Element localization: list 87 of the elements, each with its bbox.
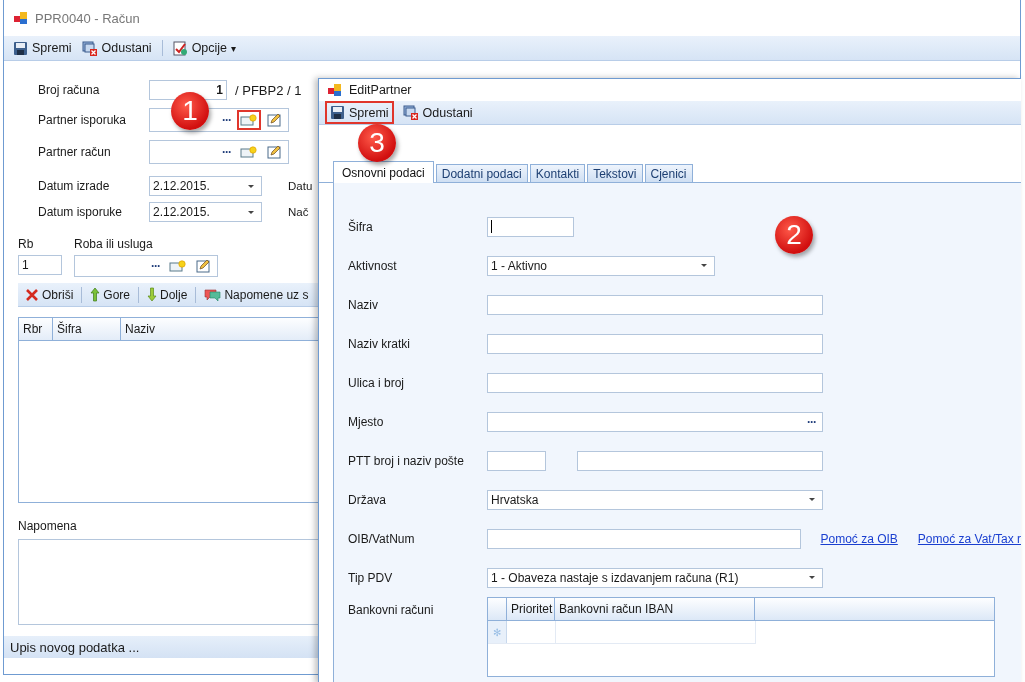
- pencil-paper-icon: [196, 259, 211, 273]
- partner-lookup-field[interactable]: ···: [149, 140, 289, 164]
- invoice-suffix: / PFBP2 / 1: [235, 82, 302, 98]
- app-icon: [14, 11, 28, 25]
- window-cancel-icon: [81, 40, 98, 56]
- speech-bubble-icon: [204, 287, 222, 302]
- app-icon: [328, 83, 342, 97]
- caret-icon: [248, 184, 254, 188]
- field-label: Rb: [18, 237, 35, 251]
- date-picker[interactable]: 2.12.2015.: [149, 202, 262, 222]
- tab[interactable]: Dodatni podaci: [435, 164, 528, 182]
- field-label: Ulica i broj: [348, 375, 405, 390]
- pencil-paper-icon: [267, 145, 282, 159]
- field-label: Mjesto: [348, 414, 385, 429]
- rb-field[interactable]: 1: [18, 255, 62, 275]
- status-text: Upis novog podatka ...: [10, 639, 140, 655]
- field-label: Broj računa: [38, 83, 101, 97]
- column-header[interactable]: Bankovni račun IBAN: [555, 598, 755, 620]
- ellipsis-button[interactable]: ···: [222, 145, 231, 159]
- lookup-field[interactable]: ···: [487, 411, 823, 432]
- new-record-button[interactable]: [237, 110, 261, 130]
- field-label: Nač: [288, 206, 309, 218]
- code-field[interactable]: [487, 216, 574, 237]
- tab[interactable]: Kontakti: [529, 164, 586, 182]
- column-header[interactable]: Rbr: [19, 318, 53, 340]
- dropdown-field[interactable]: Hrvatska: [487, 489, 823, 510]
- dropdown-field[interactable]: 1 - Aktivno: [487, 255, 715, 276]
- ellipsis-button[interactable]: ···: [222, 113, 231, 127]
- column-header[interactable]: Šifra: [53, 318, 121, 340]
- card-sun-icon: [240, 113, 258, 127]
- field-label: PTT broj i naziv pošte: [348, 453, 465, 468]
- field-label: Tip PDV: [348, 570, 394, 585]
- field-label: Aktivnost: [348, 258, 398, 273]
- card-sun-icon: [169, 259, 187, 273]
- toolbar-button[interactable]: Opcije ▾: [169, 38, 240, 58]
- field-label: Roba ili usluga: [74, 237, 154, 251]
- help-link[interactable]: Pomoć za Vat/Tax r: [917, 531, 1021, 546]
- window-cancel-icon: [402, 105, 419, 120]
- dropdown-field[interactable]: 1 - Obaveza nastaje s izdavanjem računa (R1): [487, 567, 823, 588]
- ellipsis-button[interactable]: ···: [807, 414, 816, 429]
- caret-icon: [248, 210, 254, 214]
- field-label: Partner isporuka: [38, 113, 128, 127]
- toolbar-button[interactable]: Spremi: [10, 38, 75, 58]
- toolbar-button[interactable]: Odustani: [397, 101, 478, 124]
- field-label: Bankovni računi: [348, 603, 435, 617]
- arrow-up-icon: [90, 287, 101, 302]
- toolbar-button[interactable]: Obriši: [22, 285, 77, 304]
- tab[interactable]: Osnovni podaci: [333, 161, 434, 183]
- toolbar-button[interactable]: Dolje: [144, 285, 191, 304]
- text-field[interactable]: [487, 294, 823, 315]
- toolbar-button[interactable]: Spremi: [325, 101, 394, 124]
- window-title: PPR0040 - Račun: [35, 10, 140, 26]
- pencil-paper-icon: [267, 113, 282, 127]
- ellipsis-button[interactable]: ···: [151, 259, 160, 273]
- field-label: Šifra: [348, 219, 374, 234]
- new-row-marker: ✻: [488, 621, 507, 643]
- toolbar-button[interactable]: Gore: [87, 285, 134, 304]
- column-header[interactable]: Prioritet: [507, 598, 555, 620]
- caret-icon: [809, 576, 815, 579]
- text-field[interactable]: [487, 528, 802, 549]
- arrow-down-icon: [147, 287, 158, 302]
- field-label: Datum isporuke: [38, 205, 124, 219]
- dialog-title: EditPartner: [349, 83, 412, 97]
- date-picker[interactable]: 2.12.2015.: [149, 176, 262, 196]
- caret-icon: [701, 264, 707, 267]
- help-link[interactable]: Pomoć za OIB: [820, 531, 898, 546]
- postal-code-field[interactable]: [487, 450, 546, 471]
- field-label: Datu: [288, 180, 313, 192]
- tab[interactable]: Tekstovi: [587, 164, 643, 182]
- goods-lookup-field[interactable]: ···: [74, 255, 218, 277]
- field-label: Država: [348, 492, 387, 507]
- field-label: Naziv: [348, 297, 379, 312]
- toolbar-button[interactable]: Odustani: [78, 38, 155, 58]
- post-office-field[interactable]: [577, 450, 823, 471]
- text-field[interactable]: [487, 333, 823, 354]
- invoice-number-field[interactable]: 1: [149, 80, 227, 100]
- tab[interactable]: Cjenici: [644, 164, 693, 182]
- caret-icon: [809, 498, 815, 501]
- card-sun-icon: [240, 145, 258, 159]
- delete-x-icon: [25, 287, 39, 302]
- field-label: OIB/VatNum: [348, 531, 416, 546]
- text-field[interactable]: [487, 372, 823, 393]
- field-label: Datum izrade: [38, 179, 111, 193]
- field-label: Napomena: [18, 519, 78, 533]
- field-label: Partner račun: [38, 145, 112, 159]
- checklist-icon: [172, 40, 188, 56]
- toolbar-button[interactable]: Napomene uz s: [201, 285, 312, 304]
